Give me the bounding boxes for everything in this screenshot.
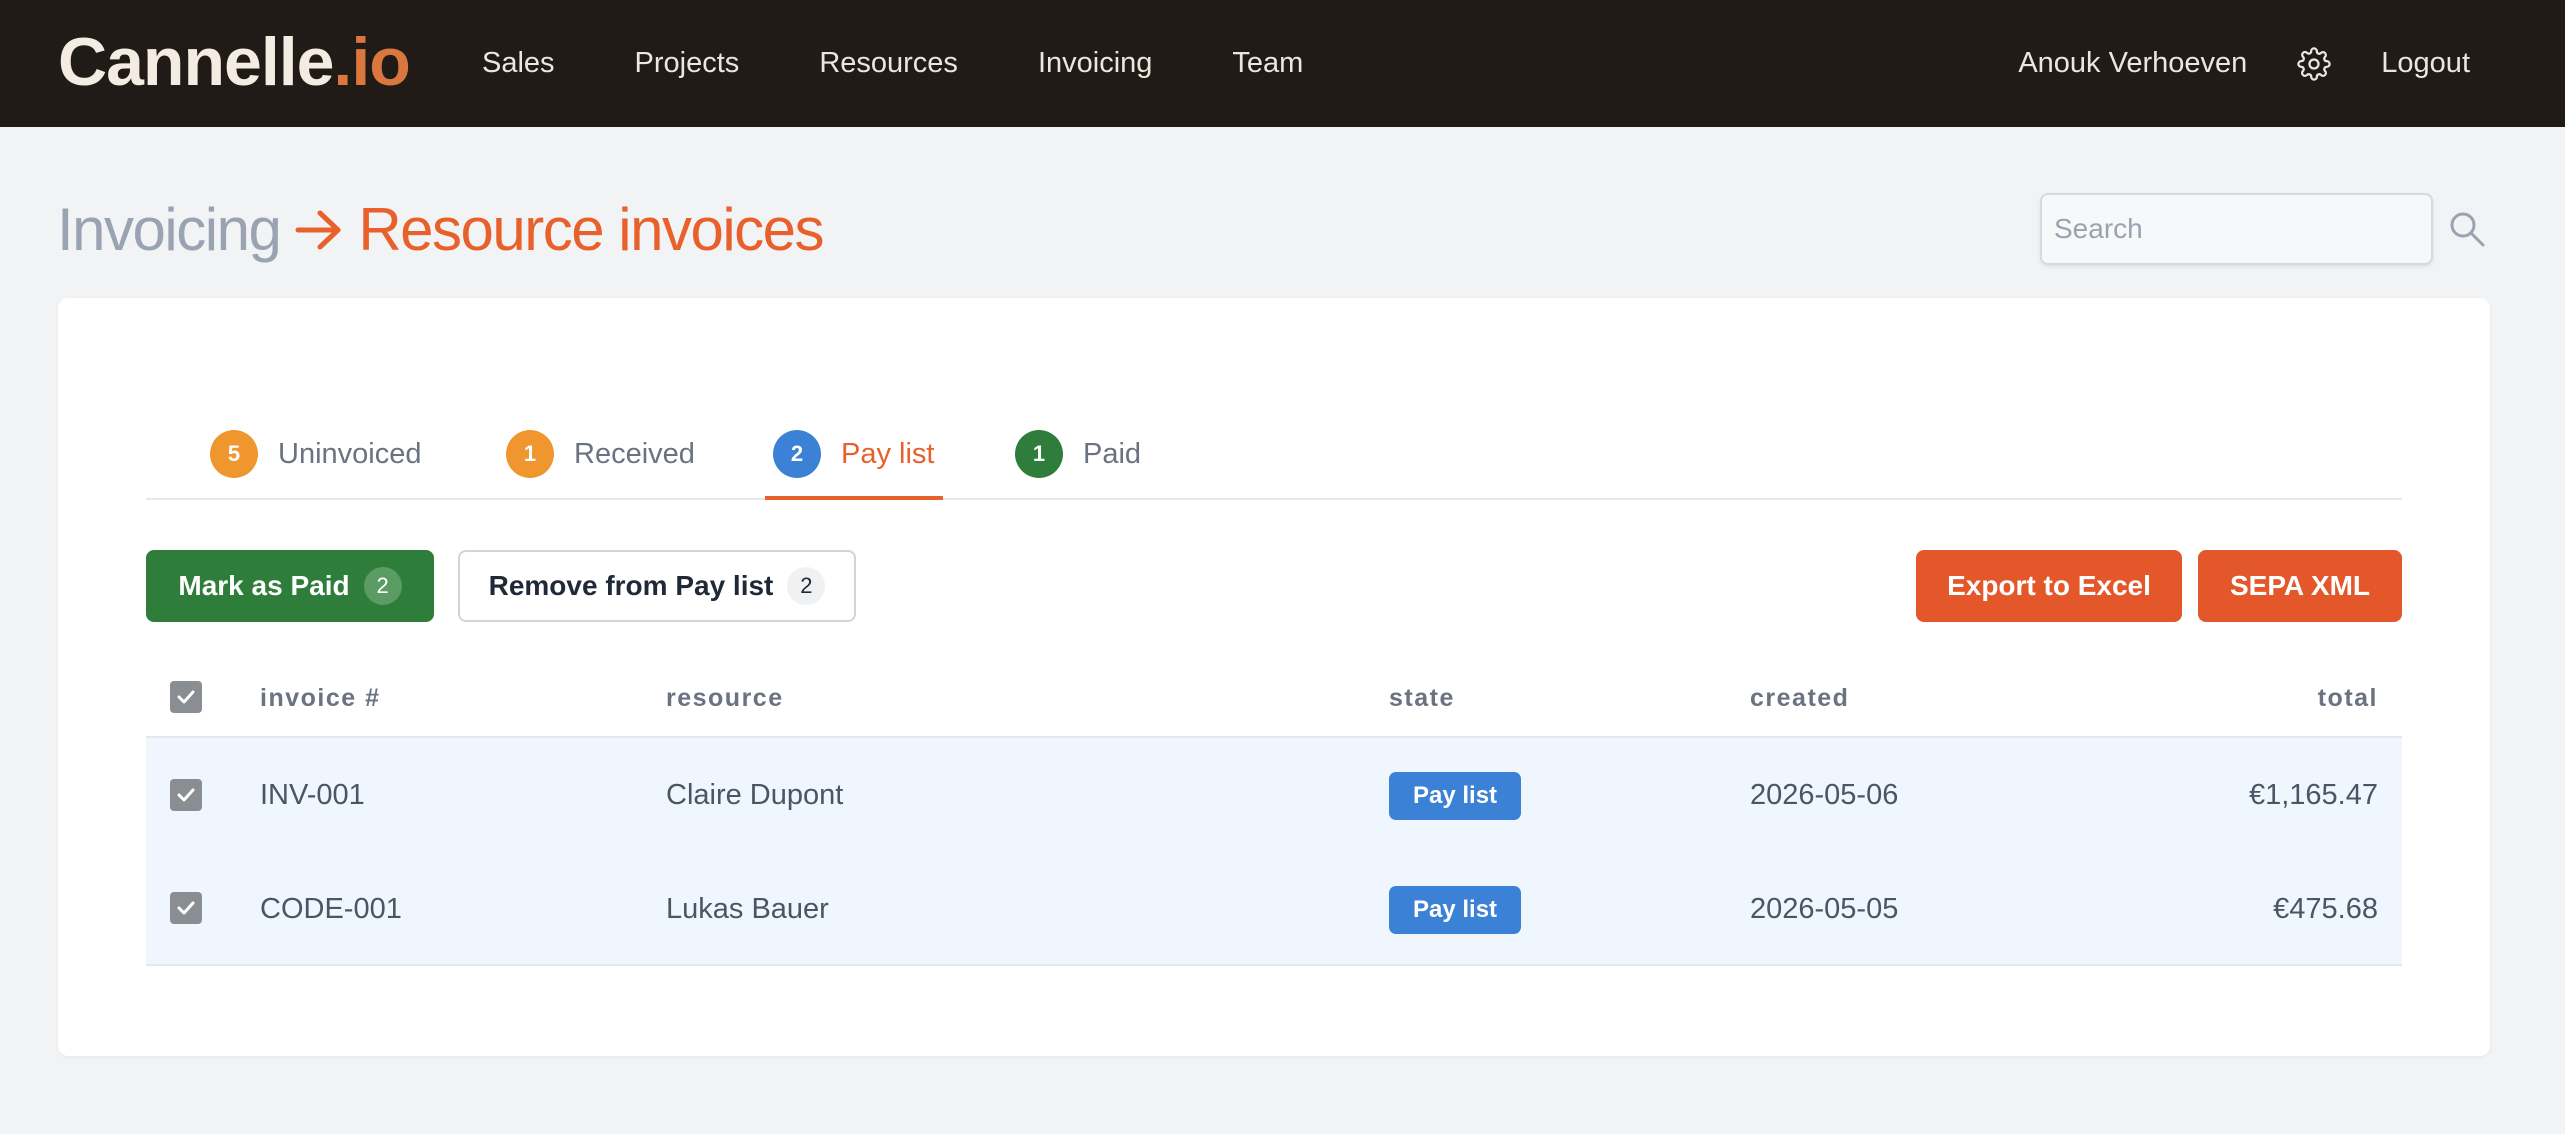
remove-from-pay-list-button[interactable]: Remove from Pay list 2 (458, 550, 856, 622)
row-checkbox[interactable] (170, 779, 202, 811)
user-name[interactable]: Anouk Verhoeven (2018, 47, 2247, 80)
resource-name: Lukas Bauer (666, 893, 829, 925)
logo-suffix: .io (333, 24, 410, 100)
nav-item-resources[interactable]: Resources (819, 47, 958, 80)
tab-count-badge: 1 (506, 430, 554, 478)
state-cell: Pay list (1389, 852, 1522, 966)
selected-count-badge: 2 (787, 567, 826, 605)
column-header-resource[interactable]: resource (666, 658, 784, 738)
nav-item-team[interactable]: Team (1232, 47, 1303, 80)
column-header-total[interactable]: total (2318, 658, 2378, 738)
logo-main: Cannelle (58, 24, 334, 100)
column-header-invoice[interactable]: invoice # (260, 658, 381, 738)
gear-icon[interactable] (2297, 46, 2331, 81)
tab-count-badge: 5 (210, 430, 258, 478)
tab-uninvoiced[interactable]: 5 Uninvoiced (210, 408, 421, 500)
column-header-created[interactable]: created (1750, 658, 1849, 738)
search-icon[interactable] (2447, 209, 2487, 249)
invoices-card: 5 Uninvoiced 1 Received 2 Pay list 1 Pai… (58, 298, 2490, 1056)
table-row[interactable]: CODE-001 Lukas Bauer Pay list 2026-05-05… (146, 852, 2402, 966)
search-bar (2040, 193, 2487, 265)
state-cell: Pay list (1389, 738, 1522, 852)
main-nav: Sales Projects Resources Invoicing Team (482, 0, 1383, 127)
logout-link[interactable]: Logout (2381, 47, 2470, 80)
state-badge: Pay list (1389, 772, 1522, 821)
arrow-right-icon (294, 208, 344, 252)
tab-count-badge: 2 (773, 430, 821, 478)
tab-label: Paid (1083, 437, 1142, 470)
nav-item-invoicing[interactable]: Invoicing (1038, 47, 1152, 80)
row-checkbox[interactable] (170, 892, 202, 924)
tab-received[interactable]: 1 Received (506, 408, 695, 500)
mark-as-paid-label: Mark as Paid (178, 570, 350, 601)
invoices-table: invoice # resource state created total I… (146, 658, 2402, 966)
tab-label: Pay list (841, 437, 935, 470)
table-row[interactable]: INV-001 Claire Dupont Pay list 2026-05-0… (146, 738, 2402, 852)
app-logo[interactable]: Cannelle.io (58, 22, 411, 102)
tab-label: Uninvoiced (278, 437, 422, 470)
resource-name: Claire Dupont (666, 779, 844, 811)
user-menu: Anouk Verhoeven Logout (2018, 0, 2470, 127)
nav-item-projects[interactable]: Projects (635, 47, 740, 80)
page-title: Resource invoices (358, 196, 824, 263)
sepa-xml-button[interactable]: SEPA XML (2198, 550, 2402, 622)
nav-item-sales[interactable]: Sales (482, 47, 555, 80)
column-header-state[interactable]: state (1389, 658, 1455, 738)
select-all-checkbox[interactable] (170, 681, 202, 713)
invoice-number[interactable]: CODE-001 (260, 852, 402, 966)
state-badge: Pay list (1389, 886, 1522, 935)
remove-from-pay-list-label: Remove from Pay list (488, 570, 774, 601)
breadcrumb-parent[interactable]: Invoicing (57, 192, 282, 268)
invoice-total: €475.68 (2273, 893, 2378, 925)
export-to-excel-button[interactable]: Export to Excel (1916, 550, 2182, 622)
tab-pay-list[interactable]: 2 Pay list (773, 408, 934, 500)
active-tab-indicator (765, 496, 943, 500)
top-navbar: Cannelle.io Sales Projects Resources Inv… (0, 0, 2565, 127)
selected-count-badge: 2 (363, 567, 402, 605)
breadcrumb: Invoicing Resource invoices (57, 192, 825, 268)
tab-label: Received (574, 437, 695, 470)
invoice-number[interactable]: INV-001 (260, 738, 365, 852)
mark-as-paid-button[interactable]: Mark as Paid 2 (146, 550, 434, 622)
table-header: invoice # resource state created total (146, 658, 2402, 738)
search-input[interactable] (2040, 193, 2433, 265)
invoice-total: €1,165.47 (2248, 779, 2378, 811)
created-date: 2026-05-06 (1750, 779, 1899, 811)
tab-count-badge: 1 (1015, 430, 1063, 478)
status-tabs: 5 Uninvoiced 1 Received 2 Pay list 1 Pai… (146, 408, 2402, 500)
tab-paid[interactable]: 1 Paid (1015, 408, 1141, 500)
created-date: 2026-05-05 (1750, 893, 1899, 925)
